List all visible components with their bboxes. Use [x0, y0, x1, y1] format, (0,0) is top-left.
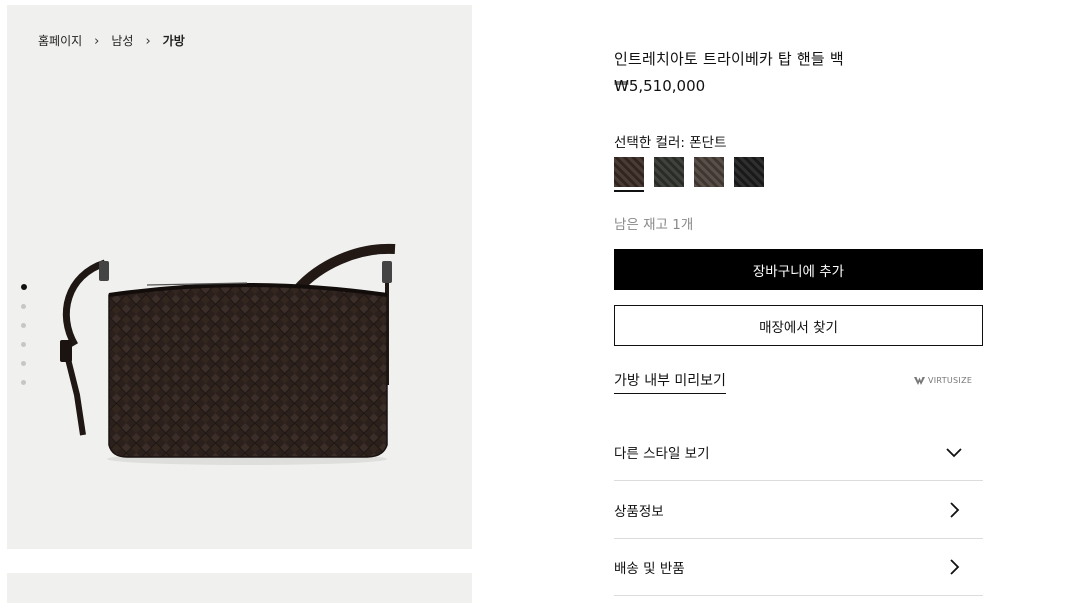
gallery-dot[interactable]: [21, 380, 26, 385]
chevron-right-icon: ›: [94, 34, 100, 49]
color-swatch[interactable]: [734, 157, 764, 187]
chevron-right-icon: [943, 499, 965, 521]
gallery-dot[interactable]: [21, 323, 26, 328]
stock-status: 남은 재고 1개: [614, 217, 694, 233]
breadcrumb: 홈페이지 › 남성 › 가방: [38, 32, 185, 49]
virtusize-label: VIRTUSIZE: [928, 376, 973, 385]
chevron-right-icon: [943, 556, 965, 578]
accordion-label: 상품정보: [614, 504, 664, 520]
gallery-dot[interactable]: [21, 304, 26, 309]
accordion-label: 배송 및 반품: [614, 561, 685, 577]
breadcrumb-current: 가방: [162, 34, 185, 48]
bag-interior-preview-link[interactable]: 가방 내부 미리보기: [614, 370, 726, 394]
color-swatch[interactable]: [694, 157, 724, 187]
selected-color-label: 선택한 컬러: 폰단트: [614, 135, 727, 151]
accordion-label: 다른 스타일 보기: [614, 446, 710, 462]
color-swatch[interactable]: [654, 157, 684, 187]
breadcrumb-home[interactable]: 홈페이지: [38, 32, 82, 49]
gallery-dot[interactable]: [21, 361, 26, 366]
product-title: 인트레치아토 트라이베카 탑 핸들 백: [614, 50, 844, 68]
virtusize-icon: [914, 376, 925, 385]
chevron-right-icon: ›: [145, 34, 151, 49]
chevron-down-icon: [943, 441, 965, 463]
virtusize-logo: VIRTUSIZE: [914, 376, 972, 385]
add-to-cart-button[interactable]: 장바구니에 추가: [614, 249, 983, 290]
product-image-next: [7, 573, 472, 603]
accordion-product-info[interactable]: 상품정보: [614, 482, 983, 539]
gallery-pagination: [20, 284, 27, 385]
gallery-dot[interactable]: [20, 284, 27, 290]
find-in-store-button[interactable]: 매장에서 찾기: [614, 305, 983, 346]
accordion-other-styles[interactable]: 다른 스타일 보기: [614, 424, 983, 481]
breadcrumb-men[interactable]: 남성: [111, 32, 133, 49]
color-swatch-fondant[interactable]: [614, 157, 644, 192]
accordion-shipping-returns[interactable]: 배송 및 반품: [614, 539, 983, 596]
product-image-gallery: 홈페이지 › 남성 › 가방: [7, 5, 472, 549]
product-image[interactable]: [57, 235, 417, 475]
color-swatches: [614, 157, 764, 192]
product-price: ₩5,510,000: [614, 77, 706, 95]
gallery-dot[interactable]: [21, 342, 26, 347]
